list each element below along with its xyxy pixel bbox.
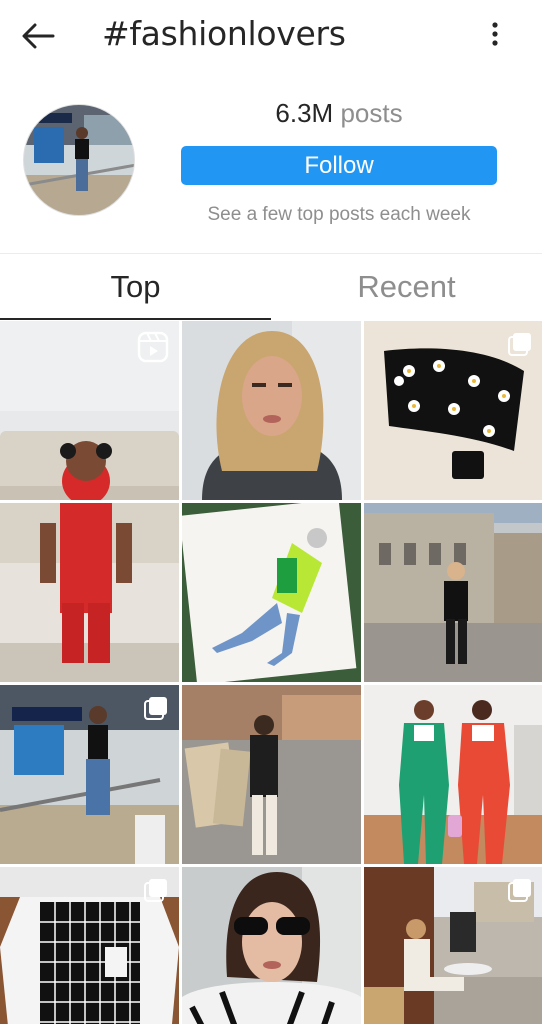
hashtag-header: 6.3M posts Follow See a few top posts ea… bbox=[0, 90, 542, 250]
top-bar: #fashionlovers bbox=[0, 0, 542, 72]
arrow-left-icon bbox=[22, 23, 55, 49]
grid-post-toddler-red-lower[interactable] bbox=[0, 503, 179, 682]
posts-count: 6.3M posts bbox=[180, 98, 498, 129]
tab-bar: Top Recent bbox=[0, 254, 542, 320]
posts-label: posts bbox=[340, 98, 403, 128]
tab-top[interactable]: Top bbox=[0, 254, 271, 320]
page-title: #fashionlovers bbox=[102, 14, 346, 53]
grid-post-checkered-shirt[interactable] bbox=[0, 867, 179, 1024]
grid-post-toddler-red[interactable] bbox=[0, 321, 179, 500]
more-options-button[interactable] bbox=[480, 16, 510, 52]
carousel-icon bbox=[143, 877, 169, 903]
grid-post-street-cafe[interactable] bbox=[364, 867, 542, 1024]
grid-post-daisy-bustier[interactable] bbox=[364, 321, 542, 500]
grid-post-sunglasses-zebra[interactable] bbox=[182, 867, 361, 1024]
follow-button[interactable]: Follow bbox=[181, 146, 497, 185]
follow-note: See a few top posts each week bbox=[207, 204, 471, 225]
vertical-dots-icon bbox=[492, 22, 498, 46]
reels-icon bbox=[137, 331, 169, 363]
carousel-icon bbox=[507, 877, 533, 903]
grid-post-black-outfit-street[interactable] bbox=[364, 503, 542, 682]
hashtag-avatar bbox=[23, 104, 135, 216]
tab-recent[interactable]: Recent bbox=[271, 254, 542, 320]
grid-post-mall-woman[interactable] bbox=[0, 685, 179, 864]
grid-post-green-red-suits[interactable] bbox=[364, 685, 542, 864]
grid-post-blonde-woman[interactable] bbox=[182, 321, 361, 500]
post-grid bbox=[0, 321, 542, 1024]
posts-number: 6.3M bbox=[275, 98, 334, 128]
carousel-icon bbox=[143, 695, 169, 721]
grid-post-fashion-illustration[interactable] bbox=[182, 503, 361, 682]
carousel-icon bbox=[507, 331, 533, 357]
back-button[interactable] bbox=[18, 16, 58, 56]
grid-post-leather-jacket[interactable] bbox=[182, 685, 361, 864]
